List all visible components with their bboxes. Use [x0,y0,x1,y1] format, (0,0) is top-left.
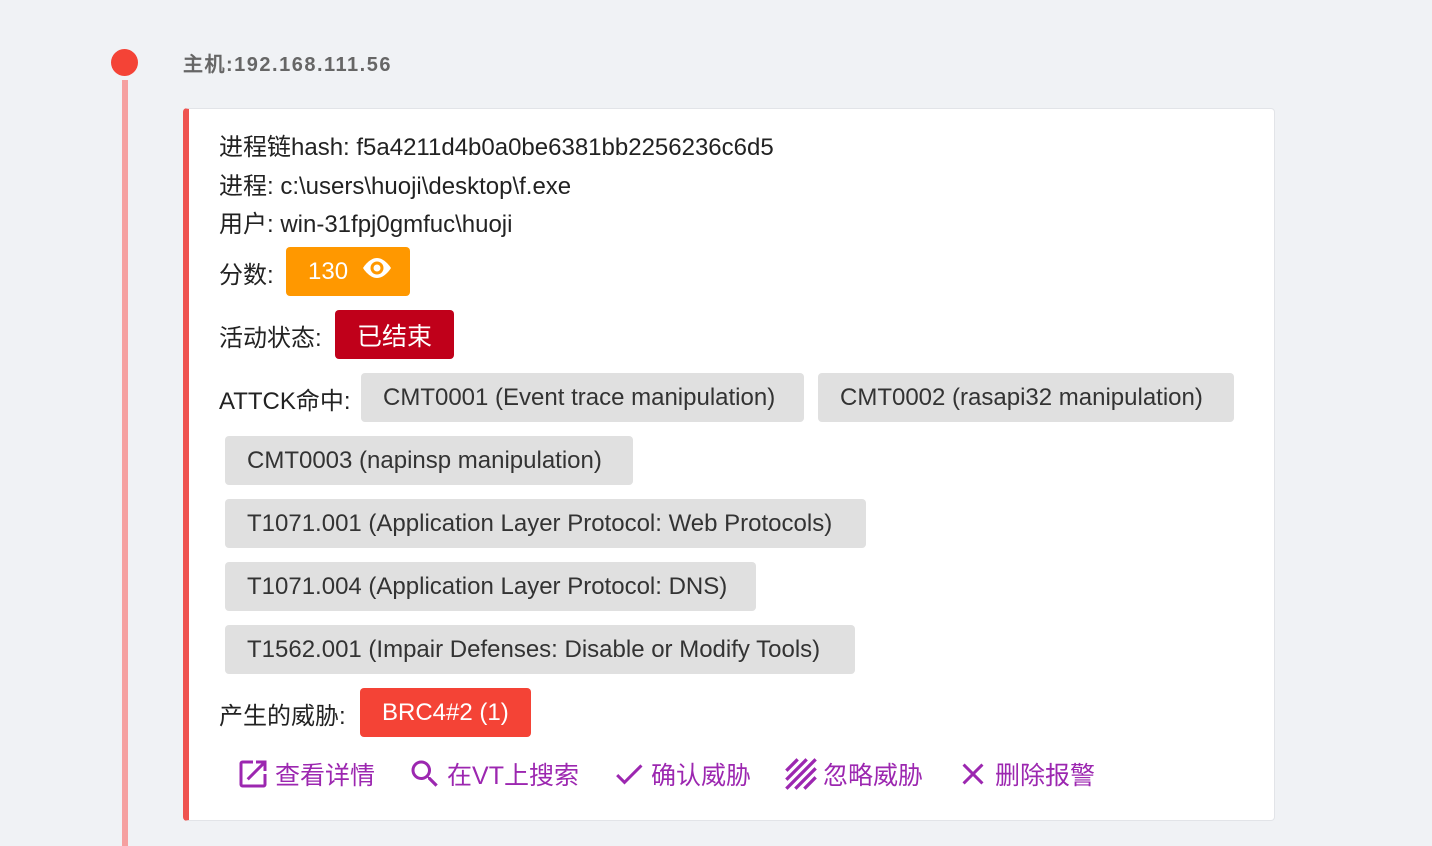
action-bar: 查看详情 在VT上搜索 确认威胁 忽略威胁 删除报警 [235,756,1095,792]
search-vt-button[interactable]: 在VT上搜索 [407,756,579,792]
eye-icon [360,256,394,287]
attck-chip-cmt0001[interactable]: CMT0001 (Event trace manipulation) [361,373,804,422]
threat-badge[interactable]: BRC4#2 (1) [360,688,531,737]
search-vt-label: 在VT上搜索 [447,762,579,790]
ignore-threat-label: 忽略威胁 [822,762,923,790]
status-badge: 已结束 [335,310,455,359]
user-name: 用户: win-31fpj0gmfuc\huoji [219,211,513,238]
status-label: 活动状态: [219,325,322,352]
host-title: 主机:192.168.111.56 [183,54,392,76]
delete-alert-label: 删除报警 [995,762,1096,790]
delete-alert-button[interactable]: 删除报警 [955,756,1095,792]
score-value: 130 [308,257,349,285]
ignore-threat-button[interactable]: 忽略威胁 [783,756,923,792]
confirm-threat-button[interactable]: 确认威胁 [611,756,751,792]
attck-chip-t1562-001[interactable]: T1562.001 (Impair Defenses: Disable or M… [225,625,855,674]
process-chain-hash: 进程链hash: f5a4211d4b0a0be6381bb2256236c6d… [219,134,774,161]
threat-label: 产生的威胁: [219,703,346,730]
attck-chip-cmt0003[interactable]: CMT0003 (napinsp manipulation) [225,436,633,485]
timeline-dot [111,49,138,76]
attck-label: ATTCK命中: [219,388,351,415]
alert-card: 进程链hash: f5a4211d4b0a0be6381bb2256236c6d… [183,108,1275,821]
score-label: 分数: [219,262,274,289]
process-path: 进程: c:\users\huoji\desktop\f.exe [219,173,572,200]
confirm-threat-label: 确认威胁 [650,762,751,790]
attck-chip-t1071-001[interactable]: T1071.001 (Application Layer Protocol: W… [225,499,866,548]
attck-chip-t1071-004[interactable]: T1071.004 (Application Layer Protocol: D… [225,562,756,611]
attck-chip-cmt0002[interactable]: CMT0002 (rasapi32 manipulation) [818,373,1234,422]
view-details-label: 查看详情 [275,762,376,790]
close-icon [955,756,991,792]
score-badge[interactable]: 130 [286,247,411,296]
timeline-line [122,80,128,846]
open-in-new-icon [235,756,271,792]
search-icon [407,756,443,792]
view-details-button[interactable]: 查看详情 [235,756,375,792]
ignore-stripes-icon [783,756,819,792]
check-icon [611,756,647,792]
